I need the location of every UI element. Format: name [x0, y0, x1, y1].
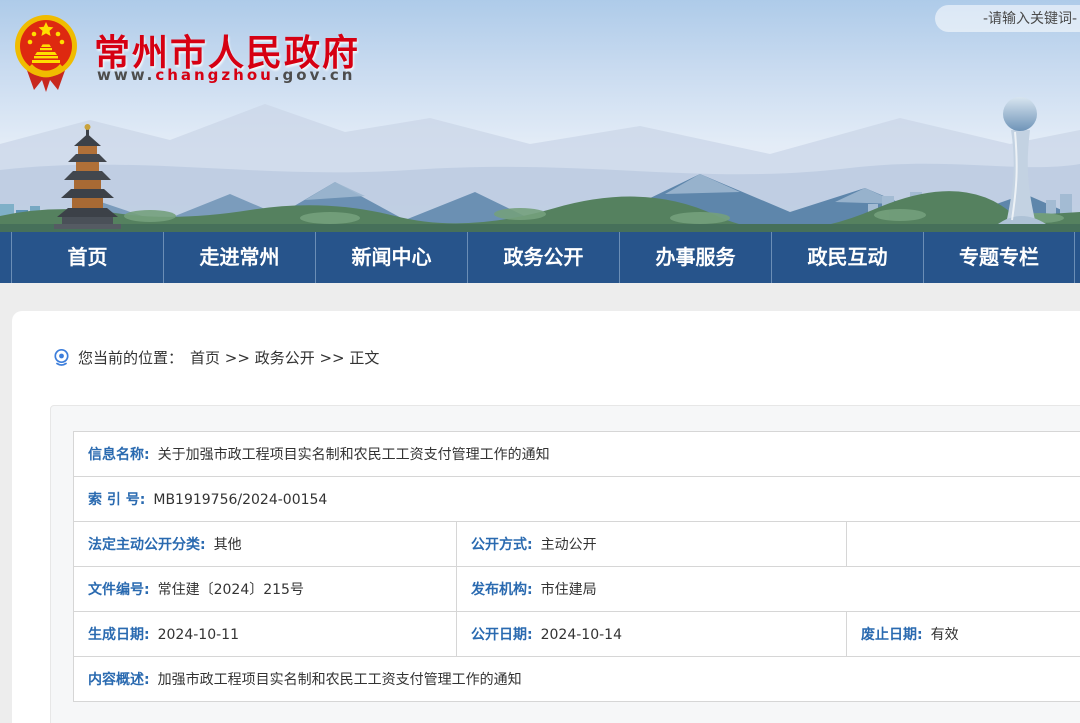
table-cell: 公开方式: 主动公开 — [457, 522, 847, 567]
nav-item[interactable]: 首页 — [11, 232, 163, 283]
url-www: www. — [97, 66, 155, 84]
site-url: www.changzhou.gov.cn — [97, 66, 355, 84]
table-cell-value: MB1919756/2024-00154 — [153, 492, 327, 508]
table-cell-value: 市住建局 — [541, 582, 597, 598]
table-cell: 内容概述: 加强市政工程项目实名制和农民工工资支付管理工作的通知 — [74, 657, 1080, 702]
table-row: 文件编号: 常住建〔2024〕215号 发布机构: 市住建局 — [74, 567, 1080, 612]
table-cell-label: 生成日期: — [88, 627, 150, 643]
nav-item[interactable]: 政务公开 — [467, 232, 619, 283]
table-row: 生成日期: 2024-10-11 公开日期: 2024-10-14 废止日期: 有效 — [74, 612, 1080, 657]
table-cell: 文件编号: 常住建〔2024〕215号 — [74, 567, 457, 612]
table-cell-value: 其他 — [214, 537, 242, 553]
nav-item[interactable]: 新闻中心 — [315, 232, 467, 283]
table-cell: 废止日期: 有效 — [847, 612, 1080, 657]
table-cell-value: 2024-10-11 — [158, 627, 239, 643]
table-cell-label: 废止日期: — [861, 627, 923, 643]
national-emblem-logo[interactable] — [14, 12, 78, 96]
table-cell-label: 内容概述: — [88, 672, 150, 688]
table-cell-label: 发布机构: — [471, 582, 533, 598]
table-cell: 法定主动公开分类: 其他 — [74, 522, 457, 567]
breadcrumb: 您当前的位置： 首页 >> 政务公开 >> 正文 — [52, 347, 1080, 368]
table-row: 索 引 号: MB1919756/2024-00154 — [74, 477, 1080, 522]
table-cell: 生成日期: 2024-10-11 — [74, 612, 457, 657]
table-cell-value: 主动公开 — [541, 537, 597, 553]
table-cell-value: 关于加强市政工程项目实名制和农民工工资支付管理工作的通知 — [158, 447, 550, 463]
url-domain: changzhou — [155, 66, 274, 84]
nav-item[interactable]: 政民互动 — [771, 232, 923, 283]
info-table: 信息名称: 关于加强市政工程项目实名制和农民工工资支付管理工作的通知索 引 号: M… — [73, 431, 1080, 702]
page-gap — [0, 283, 1080, 311]
table-cell-label: 信息名称: — [88, 447, 150, 463]
nav-item[interactable]: 专题专栏 — [923, 232, 1075, 283]
table-cell-value: 加强市政工程项目实名制和农民工工资支付管理工作的通知 — [158, 672, 522, 688]
table-row: 信息名称: 关于加强市政工程项目实名制和农民工工资支付管理工作的通知 — [74, 432, 1080, 477]
breadcrumb-trail[interactable]: 首页 >> 政务公开 >> 正文 — [190, 347, 379, 368]
breadcrumb-prefix: 您当前的位置： — [78, 347, 183, 368]
table-cell: 公开日期: 2024-10-14 — [457, 612, 847, 657]
location-pin-icon — [52, 348, 71, 367]
table-cell — [847, 522, 1080, 567]
table-cell-label: 索 引 号: — [88, 492, 145, 508]
content-card: 您当前的位置： 首页 >> 政务公开 >> 正文 信息名称: 关于加强市政工程项目… — [12, 311, 1080, 723]
table-cell-label: 文件编号: — [88, 582, 150, 598]
main-nav: 首页走进常州新闻中心政务公开办事服务政民互动专题专栏 — [0, 232, 1080, 283]
site-header: 常州市人民政府 www.changzhou.gov.cn — [0, 0, 1080, 232]
search-input[interactable] — [935, 5, 1080, 32]
table-row: 法定主动公开分类: 其他 公开方式: 主动公开 — [74, 522, 1080, 567]
nav-item[interactable]: 办事服务 — [619, 232, 771, 283]
table-cell-value: 2024-10-14 — [541, 627, 622, 643]
info-panel: 信息名称: 关于加强市政工程项目实名制和农民工工资支付管理工作的通知索 引 号: M… — [50, 405, 1080, 723]
table-cell: 信息名称: 关于加强市政工程项目实名制和农民工工资支付管理工作的通知 — [74, 432, 1080, 477]
table-cell-value: 常住建〔2024〕215号 — [158, 582, 304, 598]
url-suffix: .gov.cn — [274, 66, 356, 84]
table-cell: 发布机构: 市住建局 — [457, 567, 1080, 612]
banner-illustration — [0, 82, 1080, 232]
table-row: 内容概述: 加强市政工程项目实名制和农民工工资支付管理工作的通知 — [74, 657, 1080, 702]
table-cell: 索 引 号: MB1919756/2024-00154 — [74, 477, 1080, 522]
table-cell-value: 有效 — [931, 627, 959, 643]
table-cell-label: 法定主动公开分类: — [88, 537, 206, 553]
table-cell-label: 公开方式: — [471, 537, 533, 553]
nav-item[interactable]: 走进常州 — [163, 232, 315, 283]
table-cell-label: 公开日期: — [471, 627, 533, 643]
